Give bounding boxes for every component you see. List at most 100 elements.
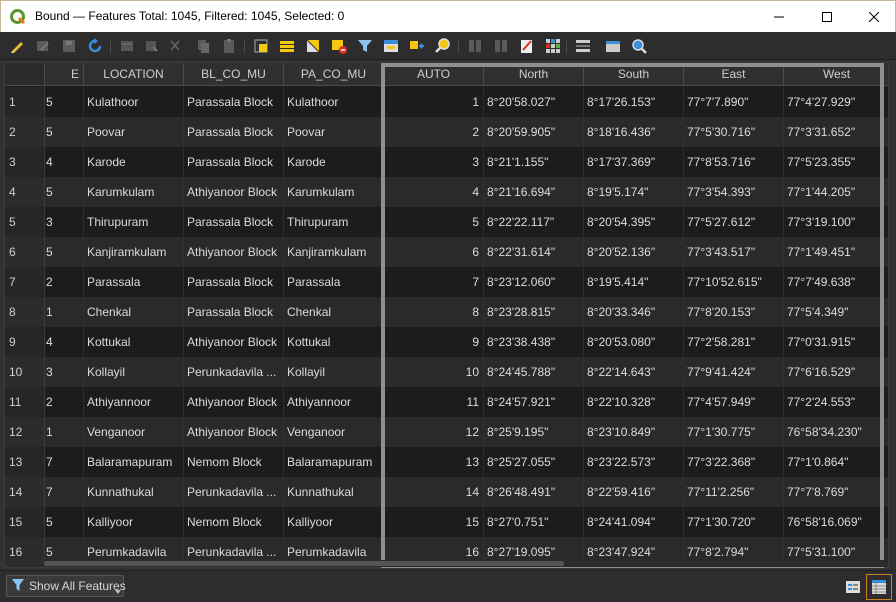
horizontal-scrollbar[interactable] (44, 560, 884, 567)
table-row[interactable]: 11 2 Athiyannoor Athiyanoor Block Athiyannoo… (5, 387, 888, 417)
bl-co-mu-cell[interactable]: Parassala Block (184, 147, 284, 177)
south-cell[interactable]: 8°24'41.094" (584, 507, 684, 537)
table-row[interactable]: 8 1 Chenkal Parassala Block Chenkal 8 8°23'28.… (5, 297, 888, 327)
bl-co-mu-cell[interactable]: Parassala Block (184, 87, 284, 117)
east-cell[interactable]: 77°10'52.615" (684, 267, 784, 297)
pa-co-mu-cell[interactable]: Kunnathukal (284, 477, 384, 507)
pa-co-mu-cell[interactable]: Parassala (284, 267, 384, 297)
e-cell[interactable]: 5 (45, 87, 84, 117)
table-row[interactable]: 13 7 Balaramapuram Nemom Block Balaramapuram… (5, 447, 888, 477)
delete-feature-icon[interactable] (142, 37, 160, 55)
location-cell[interactable]: Thirupuram (84, 207, 184, 237)
bl-co-mu-cell[interactable]: Perunkadavila ... (184, 477, 284, 507)
location-cell[interactable]: Kulathoor (84, 87, 184, 117)
e-cell[interactable]: 3 (45, 207, 84, 237)
cut-icon[interactable] (166, 37, 184, 55)
pan-to-selected-icon[interactable] (408, 37, 426, 55)
west-cell[interactable]: 77°0'31.915" (784, 327, 888, 357)
east-cell[interactable]: 77°2'58.281" (684, 327, 784, 357)
column-header-location[interactable]: LOCATION (84, 63, 184, 86)
bl-co-mu-cell[interactable]: Athiyanoor Block (184, 237, 284, 267)
bl-co-mu-cell[interactable]: Athiyanoor Block (184, 177, 284, 207)
auto-cell[interactable]: 9 (384, 327, 484, 357)
e-cell[interactable]: 1 (45, 417, 84, 447)
dock-table-icon[interactable] (574, 37, 592, 55)
e-cell[interactable]: 7 (45, 447, 84, 477)
west-cell[interactable]: 77°3'19.100" (784, 207, 888, 237)
location-cell[interactable]: Venganoor (84, 417, 184, 447)
auto-cell[interactable]: 3 (384, 147, 484, 177)
bl-co-mu-cell[interactable]: Parassala Block (184, 297, 284, 327)
location-cell[interactable]: Kollayil (84, 357, 184, 387)
copy-icon[interactable] (194, 37, 212, 55)
pa-co-mu-cell[interactable]: Venganoor (284, 417, 384, 447)
location-cell[interactable]: Kanjiramkulam (84, 237, 184, 267)
row-number-cell[interactable]: 4 (5, 177, 45, 207)
north-cell[interactable]: 8°24'57.921" (484, 387, 584, 417)
row-number-cell[interactable]: 9 (5, 327, 45, 357)
north-cell[interactable]: 8°26'48.491" (484, 477, 584, 507)
north-cell[interactable]: 8°22'31.614" (484, 237, 584, 267)
west-cell[interactable]: 76°58'16.069" (784, 507, 888, 537)
form-view-button[interactable] (843, 577, 863, 597)
east-cell[interactable]: 77°3'22.368" (684, 447, 784, 477)
column-header-east[interactable]: East (684, 63, 784, 86)
row-number-cell[interactable]: 5 (5, 207, 45, 237)
west-cell[interactable]: 77°2'24.553" (784, 387, 888, 417)
south-cell[interactable]: 8°20'52.136" (584, 237, 684, 267)
show-all-features-button[interactable]: Show All Features (6, 575, 126, 597)
west-cell[interactable]: 77°7'8.769" (784, 477, 888, 507)
e-cell[interactable]: 2 (45, 267, 84, 297)
location-cell[interactable]: Balaramapuram (84, 447, 184, 477)
bl-co-mu-cell[interactable]: Parassala Block (184, 207, 284, 237)
south-cell[interactable]: 8°20'33.346" (584, 297, 684, 327)
south-cell[interactable]: 8°22'10.328" (584, 387, 684, 417)
bl-co-mu-cell[interactable]: Perunkadavila ... (184, 357, 284, 387)
pa-co-mu-cell[interactable]: Kottukal (284, 327, 384, 357)
e-cell[interactable]: 7 (45, 477, 84, 507)
east-cell[interactable]: 77°1'30.720" (684, 507, 784, 537)
row-number-cell[interactable]: 12 (5, 417, 45, 447)
e-cell[interactable]: 4 (45, 147, 84, 177)
bl-co-mu-cell[interactable]: Nemom Block (184, 447, 284, 477)
west-cell[interactable]: 77°1'44.205" (784, 177, 888, 207)
east-cell[interactable]: 77°8'20.153" (684, 297, 784, 327)
deselect-all-icon[interactable] (330, 37, 348, 55)
bl-co-mu-cell[interactable]: Nemom Block (184, 507, 284, 537)
column-header-south[interactable]: South (584, 63, 684, 86)
new-field-icon[interactable] (466, 37, 484, 55)
table-row[interactable]: 5 3 Thirupuram Parassala Block Thirupuram 5 8°… (5, 207, 888, 237)
e-cell[interactable]: 1 (45, 297, 84, 327)
location-cell[interactable]: Karode (84, 147, 184, 177)
west-cell[interactable]: 77°4'27.929" (784, 87, 888, 117)
east-cell[interactable]: 77°5'30.716" (684, 117, 784, 147)
south-cell[interactable]: 8°19'5.174" (584, 177, 684, 207)
paste-icon[interactable] (220, 37, 238, 55)
north-cell[interactable]: 8°27'0.751" (484, 507, 584, 537)
select-all-icon[interactable] (278, 37, 296, 55)
table-row[interactable]: 12 1 Venganoor Athiyanoor Block Venganoor 12 8… (5, 417, 888, 447)
table-row[interactable]: 4 5 Karumkulam Athiyanoor Block Karumkulam 4 8… (5, 177, 888, 207)
table-view-button[interactable] (866, 574, 892, 600)
west-cell[interactable]: 77°7'49.638" (784, 267, 888, 297)
pa-co-mu-cell[interactable]: Thirupuram (284, 207, 384, 237)
auto-cell[interactable]: 4 (384, 177, 484, 207)
pa-co-mu-cell[interactable]: Poovar (284, 117, 384, 147)
east-cell[interactable]: 77°11'2.256" (684, 477, 784, 507)
east-cell[interactable]: 77°1'30.775" (684, 417, 784, 447)
reload-table-icon[interactable] (86, 37, 104, 55)
pa-co-mu-cell[interactable]: Chenkal (284, 297, 384, 327)
north-cell[interactable]: 8°25'27.055" (484, 447, 584, 477)
location-cell[interactable]: Kottukal (84, 327, 184, 357)
auto-cell[interactable]: 10 (384, 357, 484, 387)
auto-cell[interactable]: 15 (384, 507, 484, 537)
e-cell[interactable]: 5 (45, 507, 84, 537)
north-cell[interactable]: 8°23'12.060" (484, 267, 584, 297)
north-cell[interactable]: 8°24'45.788" (484, 357, 584, 387)
location-cell[interactable]: Parassala (84, 267, 184, 297)
row-number-cell[interactable]: 8 (5, 297, 45, 327)
zoom-map-icon[interactable] (630, 37, 648, 55)
auto-cell[interactable]: 5 (384, 207, 484, 237)
table-row[interactable]: 7 2 Parassala Parassala Block Parassala 7 8°23… (5, 267, 888, 297)
auto-cell[interactable]: 2 (384, 117, 484, 147)
